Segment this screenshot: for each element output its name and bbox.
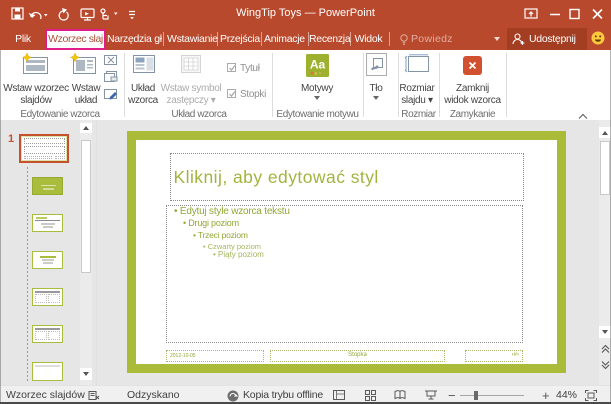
- svg-text:Aa: Aa: [310, 58, 326, 72]
